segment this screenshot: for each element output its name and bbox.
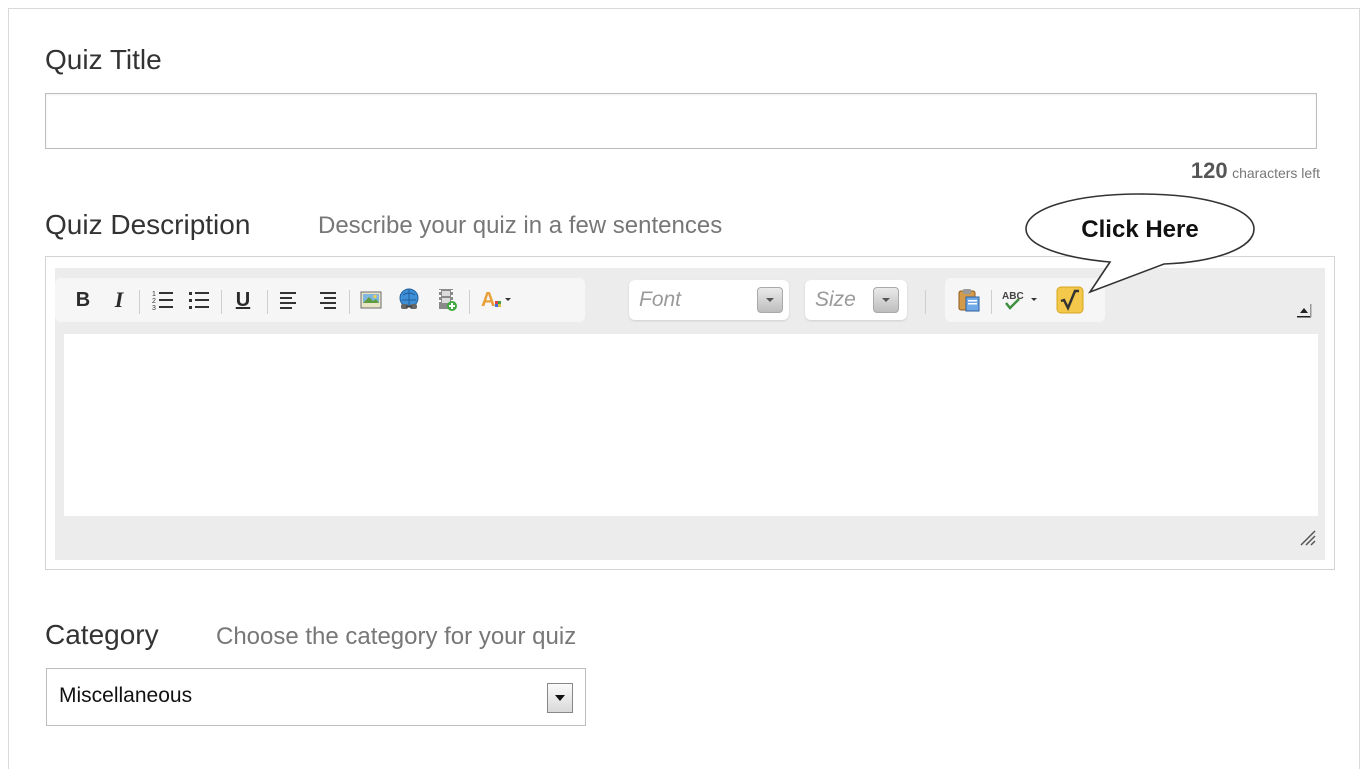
size-select-label: Size <box>815 288 856 311</box>
chevron-down-icon <box>766 298 774 302</box>
category-hint: Choose the category for your quiz <box>216 623 577 650</box>
toolbar-separator <box>349 290 350 314</box>
quiz-description-label: Quiz Description <box>45 209 251 240</box>
size-dropdown-button[interactable] <box>873 287 899 313</box>
category-select[interactable]: Miscellaneous <box>46 668 586 726</box>
numbered-list-icon: 1 2 3 <box>152 291 173 312</box>
align-left-icon <box>280 292 296 309</box>
category-label: Category <box>45 619 159 650</box>
svg-text:ABC: ABC <box>1002 291 1024 302</box>
bullet-list-icon <box>189 292 209 309</box>
insert-image-button[interactable] <box>355 278 387 322</box>
video-icon <box>439 289 457 311</box>
toolbar-separator <box>925 290 926 314</box>
collapse-icon <box>1297 304 1312 318</box>
toolbar-separator <box>139 290 140 314</box>
description-editor-area[interactable] <box>64 334 1318 516</box>
characters-left-counter: 120 characters left <box>1191 158 1320 184</box>
quiz-title-label: Quiz Title <box>45 44 162 75</box>
underline-button[interactable]: U <box>227 278 259 322</box>
paste-button[interactable] <box>951 278 987 322</box>
callout-text: Click Here <box>1081 216 1199 243</box>
rich-text-editor: B I 1 2 3 U A Font Size ABC <box>45 256 1335 570</box>
collapse-toolbar-button[interactable] <box>1295 302 1313 320</box>
toolbar-format-group: B I 1 2 3 U A <box>55 278 585 322</box>
text-color-icon: A <box>481 289 511 311</box>
category-selected-value: Miscellaneous <box>59 684 193 707</box>
svg-text:A: A <box>481 289 495 311</box>
text-color-button[interactable]: A <box>475 278 519 322</box>
bold-button[interactable]: B <box>69 278 97 322</box>
toolbar-separator <box>469 290 470 314</box>
link-icon <box>399 288 419 309</box>
insert-link-button[interactable] <box>393 278 425 322</box>
size-select[interactable]: Size <box>805 280 907 320</box>
toolbar-separator <box>991 290 992 314</box>
italic-icon: I <box>114 287 124 312</box>
svg-text:3: 3 <box>152 305 156 312</box>
category-dropdown-button[interactable] <box>547 683 573 713</box>
svg-text:1: 1 <box>152 291 156 298</box>
editor-chrome: B I 1 2 3 U A Font Size ABC <box>55 268 1325 560</box>
font-select[interactable]: Font <box>629 280 789 320</box>
font-dropdown-button[interactable] <box>757 287 783 313</box>
align-right-button[interactable] <box>311 278 343 322</box>
click-here-callout: Click Here <box>1024 192 1256 294</box>
italic-button[interactable]: I <box>105 278 133 322</box>
toolbar-separator <box>221 290 222 314</box>
align-right-icon <box>320 292 336 309</box>
align-left-button[interactable] <box>273 278 305 322</box>
bullet-list-button[interactable] <box>183 278 215 322</box>
underline-icon: U <box>235 288 251 311</box>
toolbar-separator <box>267 290 268 314</box>
quiz-description-hint: Describe your quiz in a few sentences <box>318 212 723 239</box>
characters-left-count: 120 <box>1190 158 1228 183</box>
image-icon <box>360 291 382 309</box>
svg-text:2: 2 <box>152 298 156 305</box>
paste-icon <box>958 289 980 312</box>
resize-grip-icon <box>1300 530 1316 546</box>
chevron-down-icon <box>555 695 565 701</box>
resize-handle[interactable] <box>1297 527 1317 552</box>
numbered-list-button[interactable]: 1 2 3 <box>147 278 179 322</box>
characters-left-label: characters left <box>1232 165 1320 181</box>
insert-video-button[interactable] <box>431 278 463 322</box>
bold-icon: B <box>75 288 91 311</box>
speech-bubble-icon <box>1025 193 1255 294</box>
quiz-title-input[interactable] <box>45 93 1317 149</box>
chevron-down-icon <box>882 298 890 302</box>
font-select-label: Font <box>639 288 682 311</box>
